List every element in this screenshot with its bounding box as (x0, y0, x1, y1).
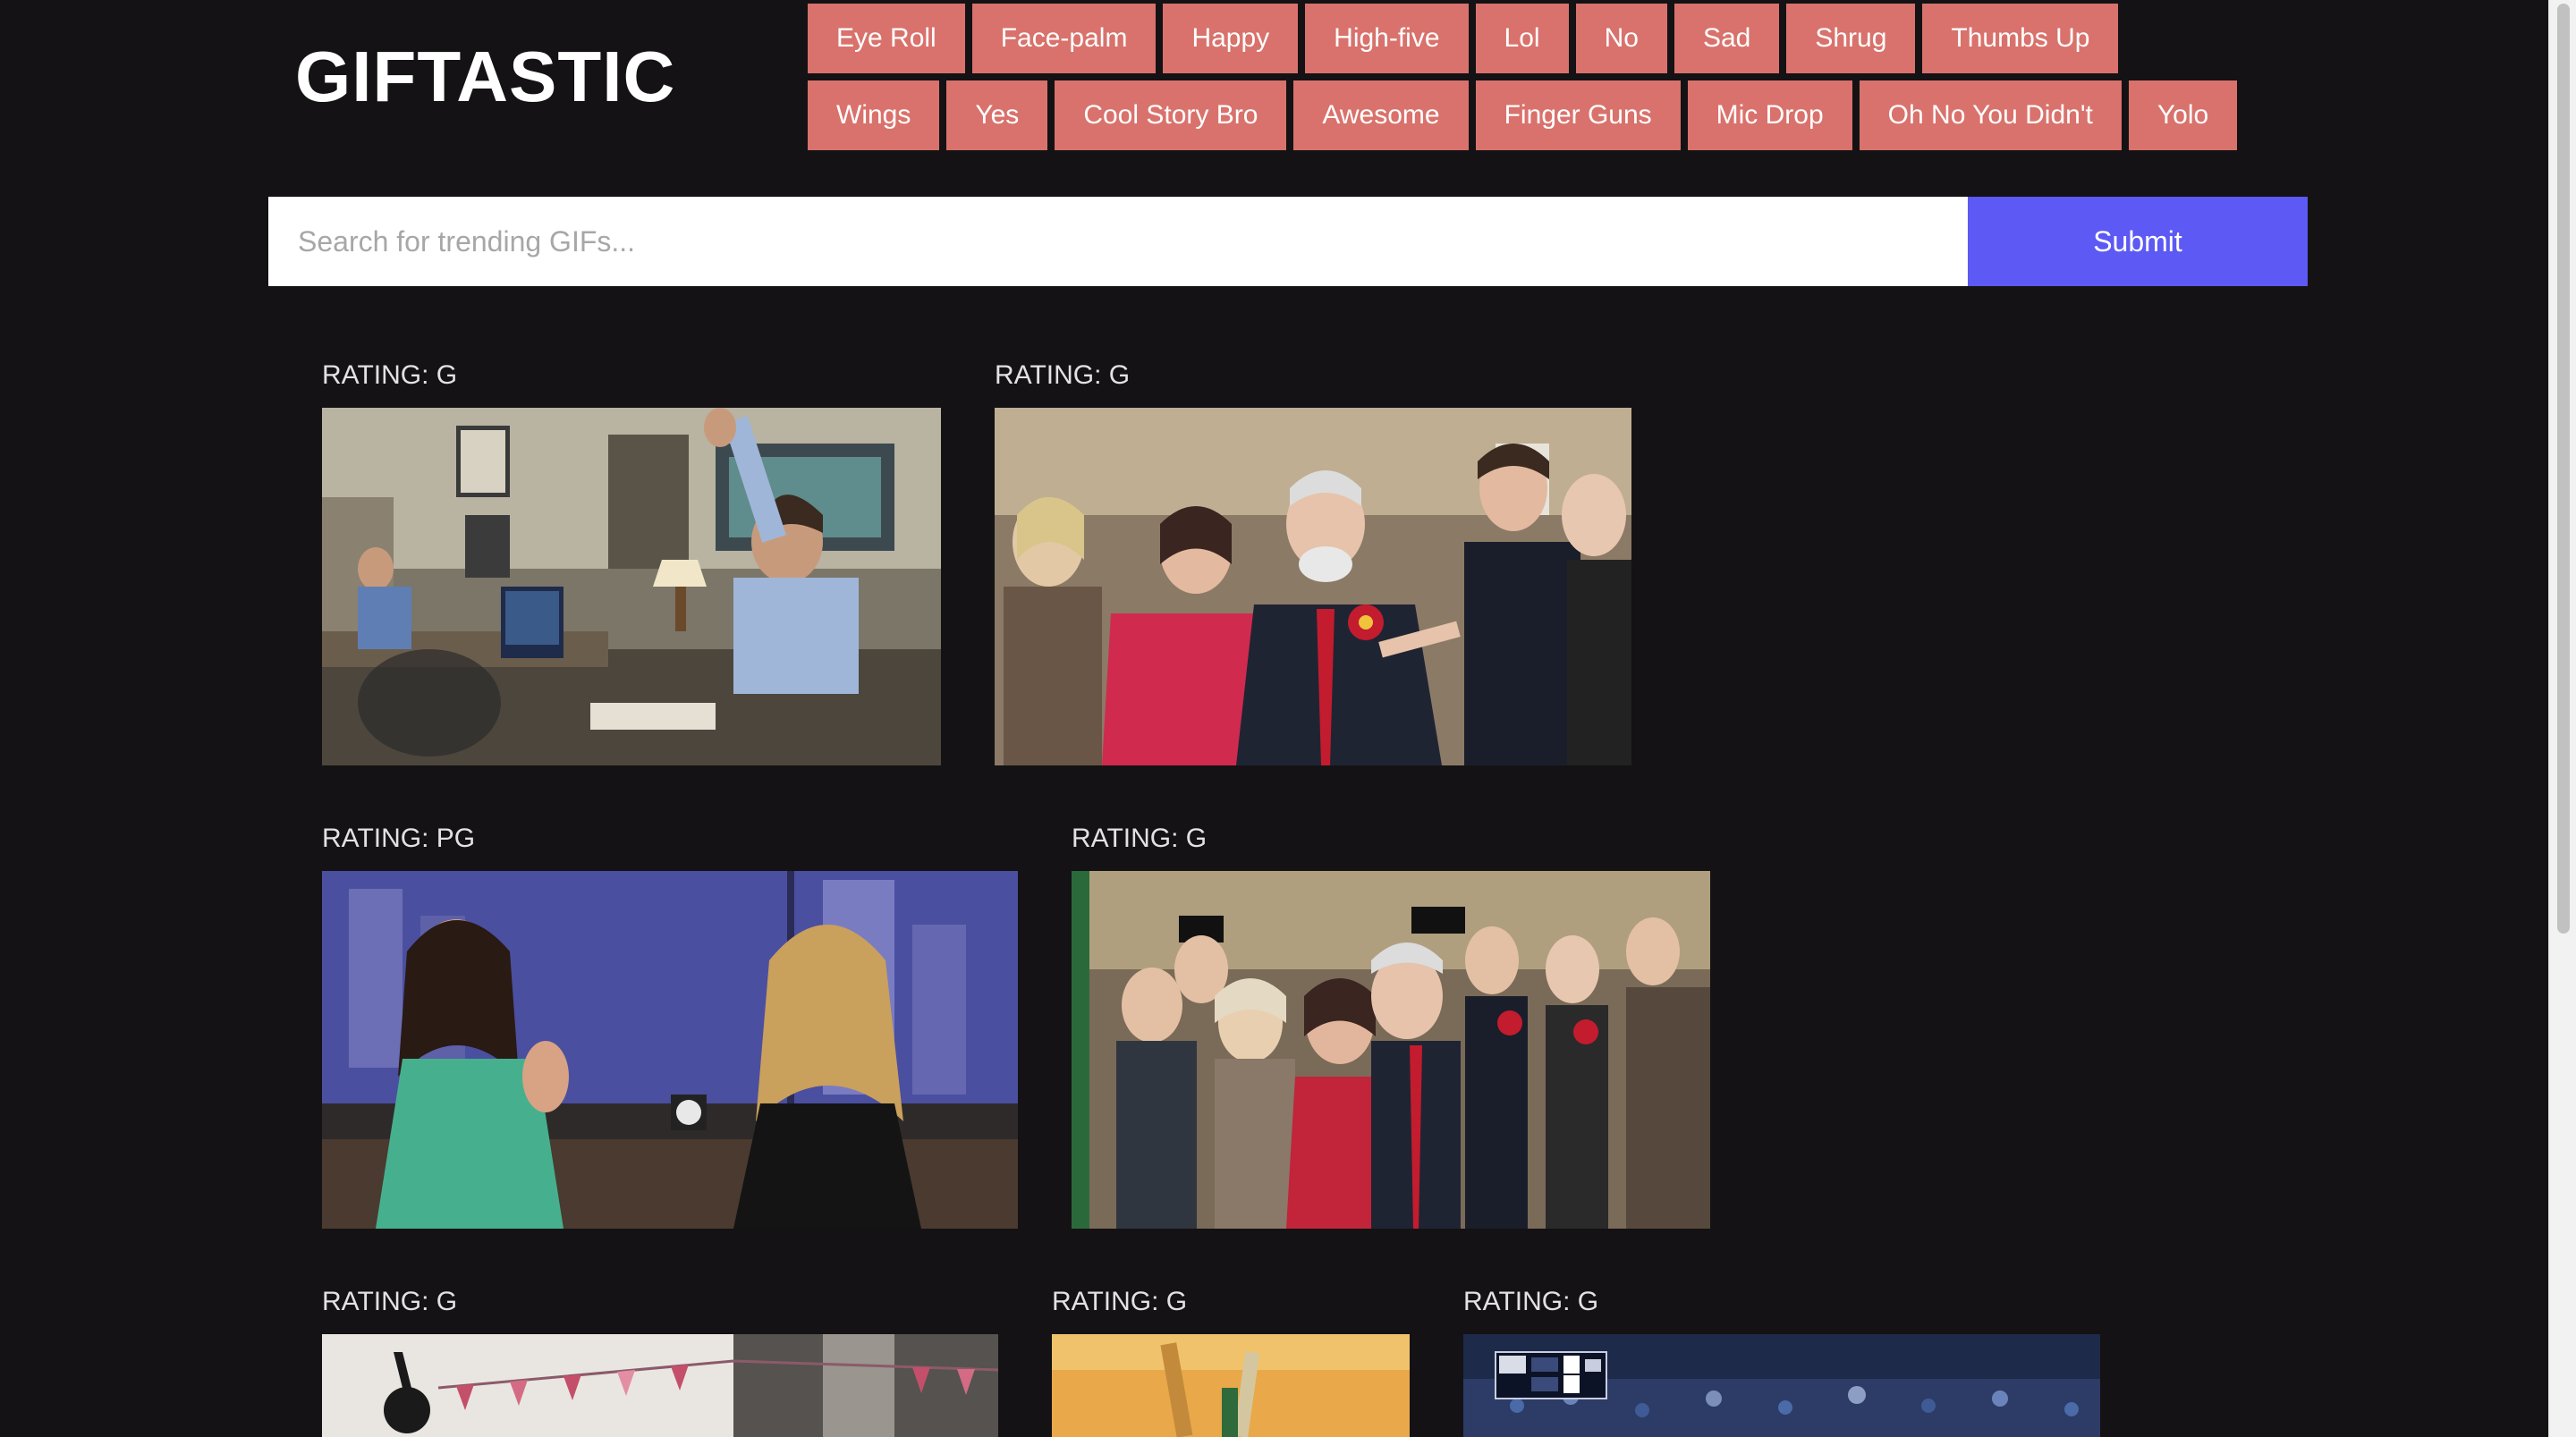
gif-rating: RATING: PG (322, 824, 476, 853)
app-logo: GIFTASTIC (295, 37, 676, 116)
topic-button-awesome[interactable]: Awesome (1293, 80, 1469, 150)
topic-buttons-row-2: Wings Yes Cool Story Bro Awesome Finger … (808, 80, 2238, 150)
topic-button-oh-no-you-didnt[interactable]: Oh No You Didn't (1859, 80, 2122, 150)
page-scrollbar[interactable] (2548, 0, 2576, 1437)
gif-image[interactable] (322, 871, 1018, 1229)
gif-card: RATING: G (322, 359, 941, 765)
gif-card: RATING: PG (322, 823, 1018, 1229)
gif-image[interactable] (322, 408, 941, 765)
gif-image[interactable] (1463, 1334, 2100, 1437)
gif-rating: RATING: G (322, 360, 458, 390)
gif-card: RATING: G (1072, 823, 1710, 1229)
gif-card: RATING: G (322, 1286, 998, 1437)
topic-button-mic-drop[interactable]: Mic Drop (1687, 80, 1852, 150)
gif-rating: RATING: G (1463, 1287, 1599, 1316)
topic-button-eye-roll[interactable]: Eye Roll (808, 4, 965, 73)
gif-card: RATING: G (1052, 1286, 1410, 1437)
submit-button[interactable]: Submit (1968, 197, 2308, 286)
gif-image[interactable] (1052, 1334, 1410, 1437)
gif-card: RATING: G (1463, 1286, 2100, 1437)
topic-button-lol[interactable]: Lol (1475, 4, 1569, 73)
topic-button-high-five[interactable]: High-five (1305, 4, 1469, 73)
topic-button-wings[interactable]: Wings (808, 80, 940, 150)
gif-rating: RATING: G (1072, 824, 1208, 853)
search-input[interactable] (268, 197, 1968, 286)
topic-button-shrug[interactable]: Shrug (1786, 4, 1916, 73)
topic-buttons-row-1: Eye Roll Face-palm Happy High-five Lol N… (808, 4, 2119, 73)
gif-image[interactable] (322, 1334, 998, 1437)
topic-button-sad[interactable]: Sad (1674, 4, 1780, 73)
topic-button-finger-guns[interactable]: Finger Guns (1475, 80, 1681, 150)
topic-button-cool-story-bro[interactable]: Cool Story Bro (1055, 80, 1287, 150)
topic-button-happy[interactable]: Happy (1163, 4, 1299, 73)
gif-rating: RATING: G (995, 360, 1131, 390)
gif-rating: RATING: G (1052, 1287, 1188, 1316)
gif-image[interactable] (1072, 871, 1710, 1229)
topic-button-yes[interactable]: Yes (946, 80, 1048, 150)
scrollbar-thumb[interactable] (2557, 4, 2570, 934)
topic-button-face-palm[interactable]: Face-palm (971, 4, 1157, 73)
gif-image[interactable] (995, 408, 1631, 765)
topic-button-thumbs-up[interactable]: Thumbs Up (1922, 4, 2119, 73)
gif-rating: RATING: G (322, 1287, 458, 1316)
search-bar: Submit (268, 197, 2308, 286)
topic-button-no[interactable]: No (1575, 4, 1667, 73)
topic-button-yolo[interactable]: Yolo (2128, 80, 2238, 150)
gif-card: RATING: G (995, 359, 1631, 765)
